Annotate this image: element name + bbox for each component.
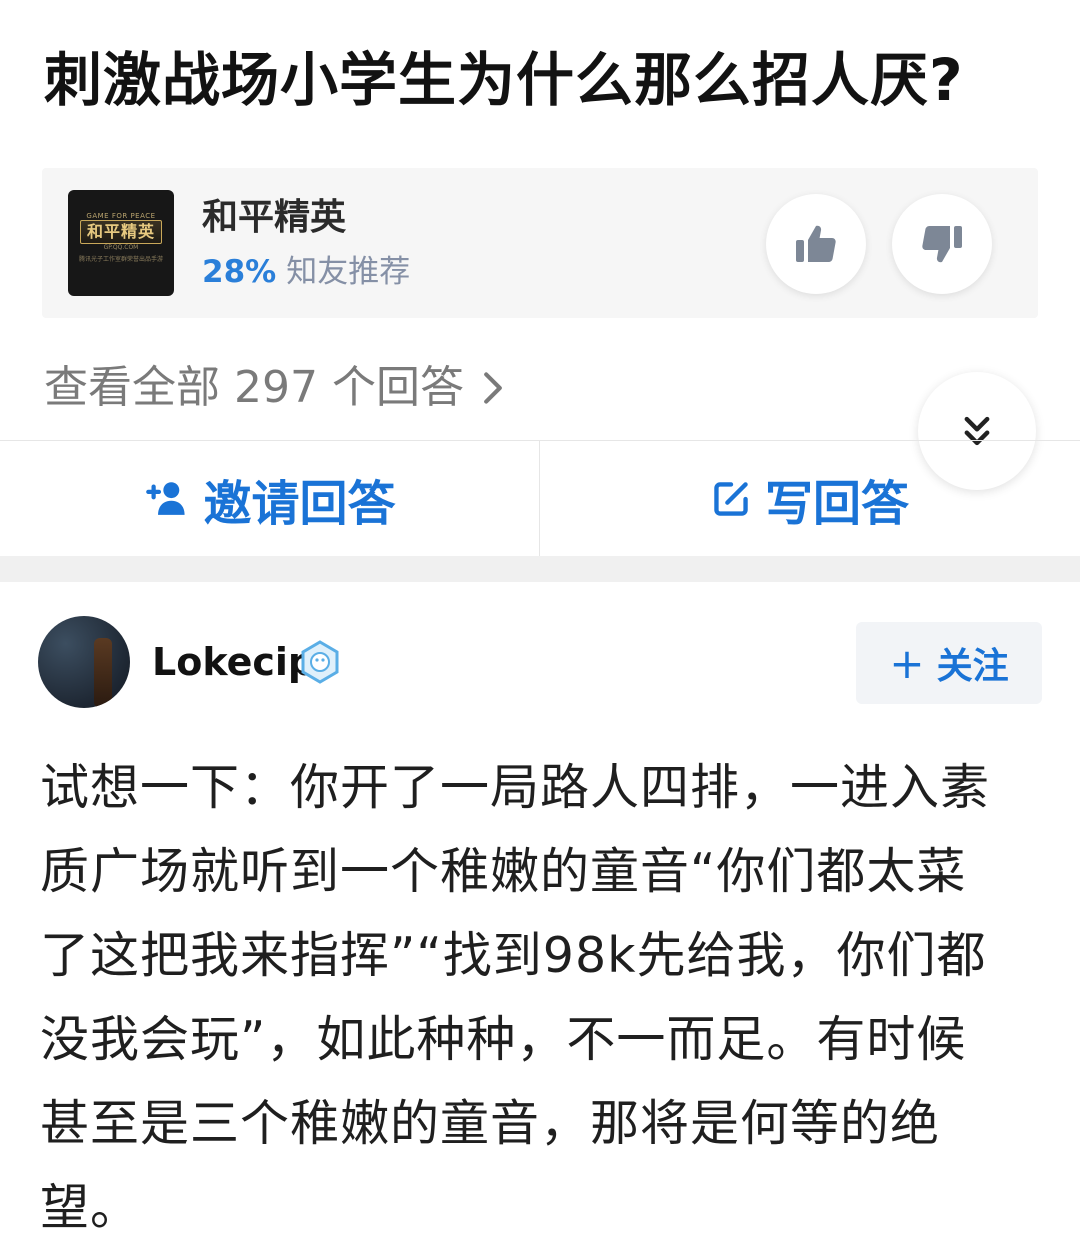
section-separator xyxy=(0,556,1080,582)
follow-label: 关注 xyxy=(936,646,1009,687)
avatar[interactable] xyxy=(38,616,130,708)
topic-logo: GAME FOR PEACE 和平精英 GP.QQ.COM 腾讯光子工作室群荣誉… xyxy=(68,190,174,296)
invite-answer-label: 邀请回答 xyxy=(203,475,396,532)
plus-icon: + xyxy=(889,638,925,688)
topic-recommendation: 28% 知友推荐 xyxy=(202,252,410,292)
chevron-right-icon xyxy=(484,372,502,404)
verified-badge-icon xyxy=(301,640,339,684)
answer-body[interactable]: 试想一下：你开了一局路人四排，一进入素 质广场就听到一个稚嫩的童音“你们都太菜 … xyxy=(40,746,1050,1250)
view-all-answers-link[interactable]: 查看全部 297 个回答 xyxy=(44,360,504,416)
answer-line: 了这把我来指挥”“找到98k先给我，你们都 xyxy=(40,927,987,984)
recommend-percent: 28% xyxy=(202,254,277,290)
view-all-label: 查看全部 297 个回答 xyxy=(44,362,464,413)
avatar-figure xyxy=(94,638,112,708)
logo-sub-text: 腾讯光子工作室群荣誉出品手游 xyxy=(78,256,163,263)
follow-button[interactable]: + 关注 xyxy=(856,622,1042,704)
recommend-label: 知友推荐 xyxy=(286,254,411,290)
logo-plate: 和平精英 xyxy=(80,220,162,244)
logo-url: GP.QQ.COM xyxy=(103,244,139,251)
write-answer-button[interactable]: 写回答 xyxy=(540,441,1080,556)
answer-line: 试想一下：你开了一局路人四排，一进入素 xyxy=(40,759,991,816)
answer-line: 甚至是三个稚嫩的童音，那将是何等的绝 xyxy=(40,1095,941,1152)
thumbs-down-button[interactable] xyxy=(892,194,992,294)
edit-icon xyxy=(714,481,748,516)
logo-top-text: GAME FOR PEACE xyxy=(86,212,156,220)
action-bar: 邀请回答 写回答 xyxy=(0,441,1080,556)
topic-card[interactable]: GAME FOR PEACE 和平精英 GP.QQ.COM 腾讯光子工作室群荣誉… xyxy=(42,168,1038,318)
thumbs-up-icon xyxy=(796,225,836,262)
answer-line: 没我会玩”，如此种种，不一而足。有时候 xyxy=(40,1011,967,1068)
author-name[interactable]: Lokecip xyxy=(152,638,315,686)
logo-main-text: 和平精英 xyxy=(86,222,155,241)
answer-line: 质广场就听到一个稚嫩的童音“你们都太菜 xyxy=(40,843,967,900)
topic-name[interactable]: 和平精英 xyxy=(202,196,346,240)
write-answer-label: 写回答 xyxy=(764,475,909,532)
question-title: 刺激战场小学生为什么那么招人厌? xyxy=(44,46,964,114)
invite-answer-button[interactable]: 邀请回答 xyxy=(0,441,539,556)
add-person-icon xyxy=(146,481,186,515)
thumbs-up-button[interactable] xyxy=(766,194,866,294)
answer-line: 望。 xyxy=(40,1179,141,1236)
thumbs-down-icon xyxy=(922,226,962,263)
